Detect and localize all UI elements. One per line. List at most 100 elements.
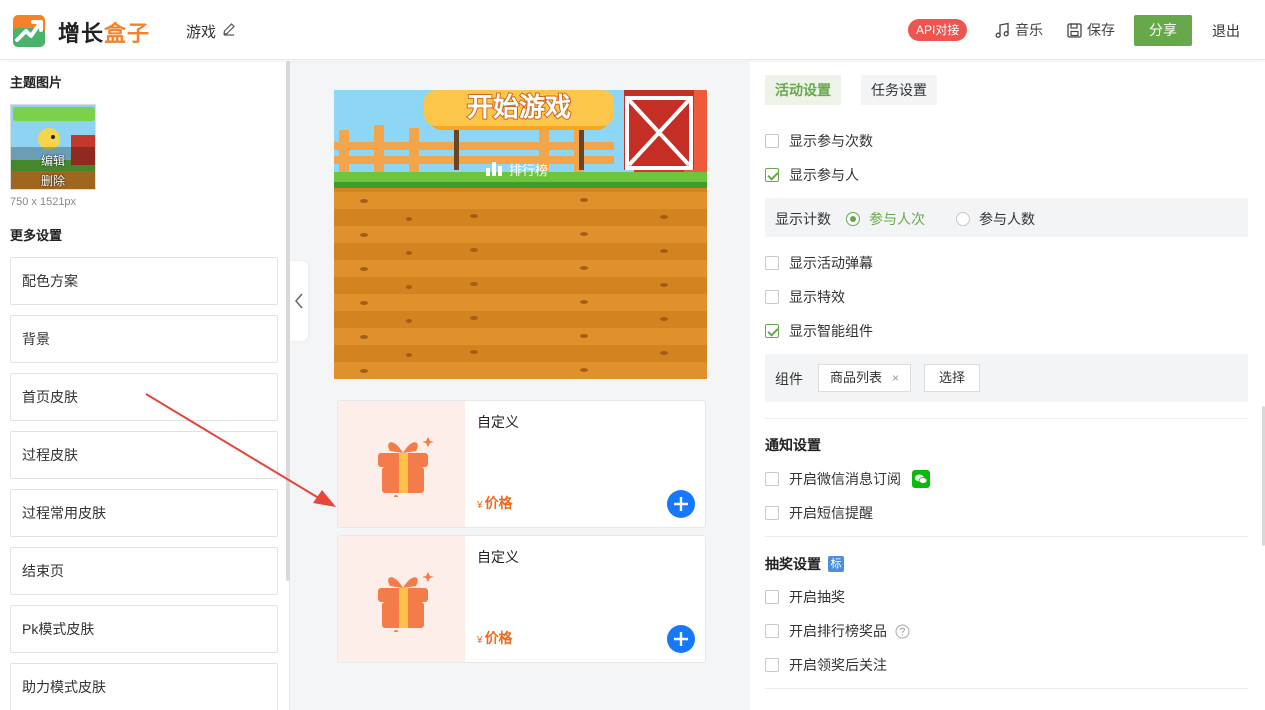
checkbox[interactable] <box>765 290 779 304</box>
option-show-join-times[interactable]: 显示参与次数 <box>765 131 873 151</box>
product-price: ¥ 价格 <box>477 493 513 513</box>
save-disk-icon <box>1067 22 1082 38</box>
menu-item-assist-skin[interactable]: 助力模式皮肤 <box>10 663 278 710</box>
checkbox[interactable] <box>765 624 779 638</box>
currency-symbol: ¥ <box>477 635 483 646</box>
checkbox[interactable] <box>765 134 779 148</box>
collapse-panel-button[interactable] <box>290 261 308 341</box>
api-badge[interactable]: API对接 <box>908 19 968 41</box>
lottery-title-text: 抽奖设置 <box>765 556 821 572</box>
price-text: 价格 <box>484 495 513 511</box>
growth-logo-icon[interactable] <box>12 14 46 48</box>
notify-settings-title: 通知设置 <box>765 437 821 453</box>
left-settings-panel: 主题图片 编辑 删除 750 x 1521px 更多设置 配色方案 背景 首页皮… <box>0 61 290 710</box>
option-label: 显示参与人 <box>789 167 859 183</box>
brand-name: 增长盒子 <box>58 16 150 48</box>
select-component-button[interactable]: 选择 <box>924 364 980 392</box>
option-show-participants[interactable]: 显示参与人 <box>765 165 859 185</box>
option-label: 开启排行榜奖品 <box>789 623 887 639</box>
menu-item-pk-skin[interactable]: Pk模式皮肤 <box>10 605 278 653</box>
game-banner: 开始游戏 排行榜 <box>334 90 707 379</box>
thumbnail-delete-link[interactable]: 删除 <box>41 172 65 189</box>
checkbox-checked[interactable] <box>765 324 779 338</box>
menu-item-end-page[interactable]: 结束页 <box>10 547 278 595</box>
count-label: 显示计数 <box>775 211 831 227</box>
option-show-effects[interactable]: 显示特效 <box>765 287 845 307</box>
product-card[interactable]: 自定义 ¥ 价格 <box>337 400 706 528</box>
option-label: 显示参与次数 <box>789 133 873 149</box>
lottery-badge: 标 <box>828 556 844 572</box>
help-question-icon[interactable] <box>895 624 910 639</box>
option-label: 显示智能组件 <box>789 323 873 339</box>
option-wechat-subscribe[interactable]: 开启微信消息订阅 <box>765 469 930 489</box>
save-label: 保存 <box>1087 22 1115 38</box>
option-label: 开启抽奖 <box>789 589 845 605</box>
gift-icon <box>378 572 434 632</box>
option-show-smart-component[interactable]: 显示智能组件 <box>765 321 873 341</box>
lottery-settings-title: 抽奖设置标 <box>765 554 844 574</box>
menu-item-background[interactable]: 背景 <box>10 315 278 363</box>
product-name: 自定义 <box>477 414 519 430</box>
option-follow-after-prize[interactable]: 开启领奖后关注 <box>765 655 887 675</box>
right-settings-panel: 活动设置 任务设置 显示参与次数 显示参与人 显示计数 参与人次 参与人数 显示… <box>750 61 1265 710</box>
radio-join-people[interactable]: 参与人数 <box>956 209 1035 229</box>
option-label: 显示特效 <box>789 289 845 305</box>
product-name: 自定义 <box>477 549 519 565</box>
add-plus-icon[interactable] <box>667 625 695 653</box>
radio-unselected[interactable] <box>956 212 970 226</box>
gift-icon <box>378 437 434 497</box>
checkbox[interactable] <box>765 506 779 520</box>
edit-icon[interactable] <box>222 22 236 36</box>
price-text: 价格 <box>484 630 513 646</box>
option-label: 开启短信提醒 <box>789 505 873 521</box>
option-show-barrage[interactable]: 显示活动弹幕 <box>765 253 873 273</box>
checkbox[interactable] <box>765 472 779 486</box>
option-label: 显示活动弹幕 <box>789 255 873 271</box>
start-game-title[interactable]: 开始游戏 <box>466 92 572 124</box>
music-button[interactable]: 音乐 <box>994 20 1043 40</box>
checkbox[interactable] <box>765 658 779 672</box>
tag-label: 商品列表 <box>830 370 883 385</box>
page-name: 游戏 <box>186 24 217 41</box>
chevron-left-icon <box>295 293 303 309</box>
radio-join-times[interactable]: 参与人次 <box>846 209 925 229</box>
component-label: 组件 <box>775 371 803 387</box>
checkbox-checked[interactable] <box>765 168 779 182</box>
music-label: 音乐 <box>1015 22 1043 38</box>
theme-image-thumbnail[interactable]: 编辑 删除 <box>10 104 96 190</box>
close-icon[interactable]: × <box>892 371 899 385</box>
checkbox[interactable] <box>765 256 779 270</box>
currency-symbol: ¥ <box>477 500 483 511</box>
menu-item-process-skin[interactable]: 过程皮肤 <box>10 431 278 479</box>
product-image <box>338 536 465 662</box>
product-image <box>338 401 465 527</box>
checkbox[interactable] <box>765 590 779 604</box>
menu-item-home-skin[interactable]: 首页皮肤 <box>10 373 278 421</box>
option-enable-lottery[interactable]: 开启抽奖 <box>765 587 845 607</box>
exit-button[interactable]: 退出 <box>1212 21 1240 41</box>
radio-selected[interactable] <box>846 212 860 226</box>
brand-main: 增长 <box>58 21 105 46</box>
component-tag[interactable]: 商品列表 × <box>818 364 912 392</box>
divider <box>765 418 1248 419</box>
option-sms-reminder[interactable]: 开启短信提醒 <box>765 503 873 523</box>
menu-item-common-process-skin[interactable]: 过程常用皮肤 <box>10 489 278 537</box>
share-button[interactable]: 分享 <box>1134 15 1192 46</box>
tab-task-settings[interactable]: 任务设置 <box>861 75 937 105</box>
menu-item-color-scheme[interactable]: 配色方案 <box>10 257 278 305</box>
option-label: 开启领奖后关注 <box>789 657 887 673</box>
leaderboard-link[interactable]: 排行榜 <box>509 163 548 179</box>
save-button[interactable]: 保存 <box>1066 20 1115 40</box>
tab-activity-settings[interactable]: 活动设置 <box>765 75 841 105</box>
product-card[interactable]: 自定义 ¥ 价格 <box>337 535 706 663</box>
thumbnail-edit-link[interactable]: 编辑 <box>41 152 65 169</box>
more-settings-title: 更多设置 <box>10 228 63 243</box>
option-label: 开启微信消息订阅 <box>789 471 901 487</box>
count-display-row: 显示计数 参与人次 参与人数 <box>765 198 1248 237</box>
radio-label: 参与人次 <box>869 211 925 227</box>
music-note-icon <box>995 22 1009 38</box>
add-plus-icon[interactable] <box>667 490 695 518</box>
preview-area: 开始游戏 排行榜 自定义 ¥ 价格 自定义 ¥ 价格 <box>290 61 750 710</box>
option-rank-prize[interactable]: 开启排行榜奖品 <box>765 621 910 641</box>
theme-image-title: 主题图片 <box>10 75 63 90</box>
